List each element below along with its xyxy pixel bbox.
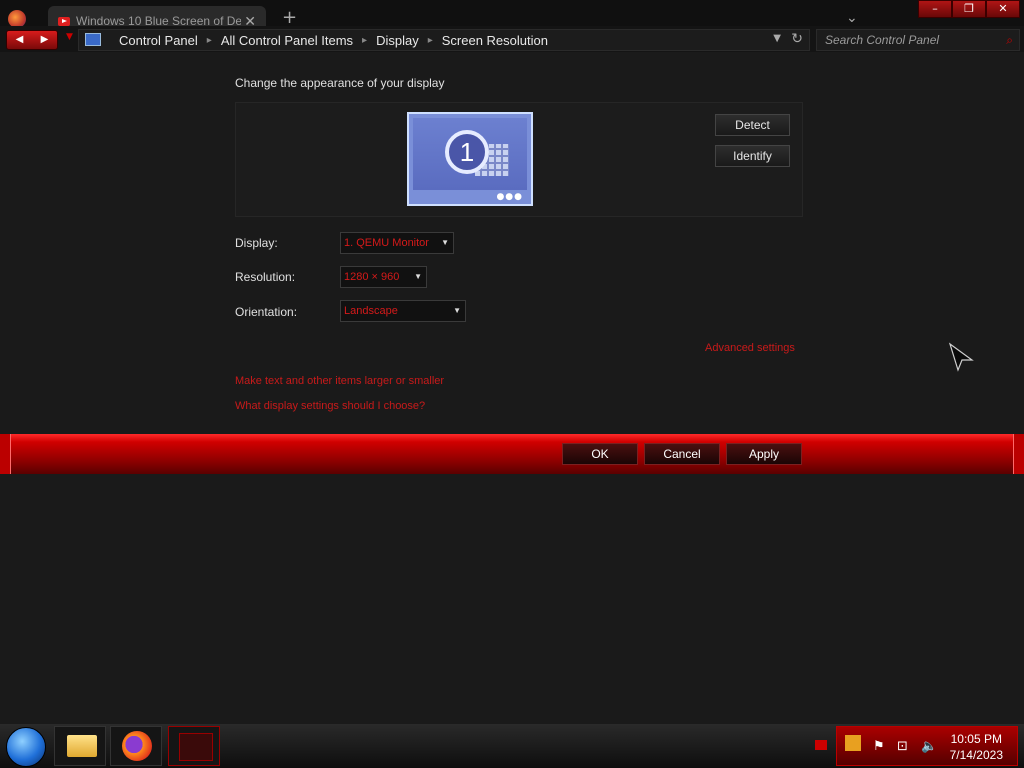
tab-list-chevron-icon[interactable]: ⌄ (846, 10, 858, 26)
orientation-label: Orientation: (235, 305, 298, 319)
address-dropdown-icon[interactable]: ▼ (773, 33, 781, 44)
resolution-select-value: 1280 × 960 (344, 271, 400, 283)
mouse-pointer-icon (948, 342, 974, 372)
maximize-button[interactable]: ❐ (952, 0, 986, 18)
action-center-flag-icon[interactable]: ⚑ (873, 739, 885, 754)
address-bar[interactable]: Control Panel ▸ All Control Panel Items … (78, 29, 810, 51)
monitor-thumbnail[interactable]: 1 ●●● (407, 112, 533, 206)
network-icon[interactable]: ⊡ (897, 739, 908, 754)
new-tab-button[interactable]: + (282, 9, 297, 27)
breadcrumb-control-panel[interactable]: Control Panel (119, 33, 198, 48)
system-tray: ⚑ ⊡ 🔈 10:05 PM 7/14/2023 (836, 726, 1018, 766)
breadcrumb-display[interactable]: Display (376, 33, 419, 48)
taskbar-file-explorer[interactable] (54, 726, 106, 766)
taskbar: ⚑ ⊡ 🔈 10:05 PM 7/14/2023 (0, 724, 1024, 768)
display-select-value: 1. QEMU Monitor (344, 237, 429, 249)
orientation-select-value: Landscape (344, 305, 398, 317)
display-select[interactable]: 1. QEMU Monitor ▼ (340, 232, 454, 254)
refresh-icon[interactable]: ↻ (791, 31, 803, 47)
bar-right-cap (1013, 434, 1024, 474)
forward-button[interactable]: ▶ (32, 31, 57, 49)
monitor-number-badge: 1 (445, 130, 489, 174)
youtube-icon (58, 17, 70, 26)
page-title: Change the appearance of your display (235, 76, 445, 90)
address-row: ◀ ▶ ▼ Control Panel ▸ All Control Panel … (0, 26, 1024, 52)
firefox-icon (122, 731, 152, 761)
chevron-down-icon: ▼ (441, 238, 449, 247)
display-help-link[interactable]: What display settings should I choose? (235, 400, 425, 412)
control-panel-icon (85, 33, 101, 46)
resolution-label: Resolution: (235, 270, 296, 284)
recent-pages-dropdown-icon[interactable]: ▼ (66, 32, 73, 42)
start-orb[interactable] (6, 727, 46, 767)
taskbar-control-panel[interactable] (168, 726, 220, 766)
ok-button[interactable]: OK (562, 443, 638, 465)
apply-button[interactable]: Apply (726, 443, 802, 465)
search-input[interactable]: Search Control Panel ⌕ (816, 29, 1020, 51)
dialog-button-bar: OK Cancel Apply (0, 434, 1024, 474)
chevron-down-icon: ▼ (453, 306, 461, 315)
window-controls: – ❐ ✕ (918, 0, 1020, 18)
orientation-select[interactable]: Landscape ▼ (340, 300, 466, 322)
search-icon[interactable]: ⌕ (1006, 30, 1013, 50)
identify-button[interactable]: Identify (715, 145, 790, 167)
monitor-dots-icon: ●●● (496, 192, 523, 202)
empty-area (0, 474, 1024, 724)
breadcrumb: Control Panel ▸ All Control Panel Items … (119, 30, 548, 50)
clock-time: 10:05 PM (950, 732, 1002, 746)
back-button[interactable]: ◀ (7, 31, 32, 49)
chevron-down-icon: ▼ (414, 272, 422, 281)
clock-date: 7/14/2023 (949, 748, 1003, 762)
breadcrumb-screen-resolution[interactable]: Screen Resolution (442, 33, 548, 48)
file-explorer-icon (67, 735, 97, 757)
cancel-button[interactable]: Cancel (644, 443, 720, 465)
taskbar-firefox[interactable] (110, 726, 162, 766)
breadcrumb-separator[interactable]: ▸ (362, 35, 367, 46)
monitor-arrangement-area: 1 ●●● Detect Identify (235, 102, 803, 217)
tray-app-icon[interactable] (845, 735, 861, 751)
breadcrumb-all-items[interactable]: All Control Panel Items (221, 33, 353, 48)
close-button[interactable]: ✕ (986, 0, 1020, 18)
volume-icon[interactable]: 🔈 (921, 739, 937, 754)
show-hidden-icons[interactable] (815, 740, 827, 750)
nav-buttons: ◀ ▶ (6, 30, 58, 50)
search-placeholder: Search Control Panel (825, 33, 940, 47)
bar-left-cap (0, 434, 11, 474)
control-panel-icon (179, 733, 213, 761)
resolution-select[interactable]: 1280 × 960 ▼ (340, 266, 427, 288)
clock[interactable]: 10:05 PM 7/14/2023 (950, 731, 1003, 763)
minimize-button[interactable]: – (918, 0, 952, 18)
screen-resolution-panel: Change the appearance of your display 1 … (0, 52, 1024, 434)
detect-button[interactable]: Detect (715, 114, 790, 136)
breadcrumb-separator[interactable]: ▸ (428, 35, 433, 46)
breadcrumb-separator[interactable]: ▸ (207, 35, 212, 46)
text-size-link[interactable]: Make text and other items larger or smal… (235, 375, 444, 387)
display-label: Display: (235, 236, 278, 250)
advanced-settings-link[interactable]: Advanced settings (705, 342, 795, 354)
